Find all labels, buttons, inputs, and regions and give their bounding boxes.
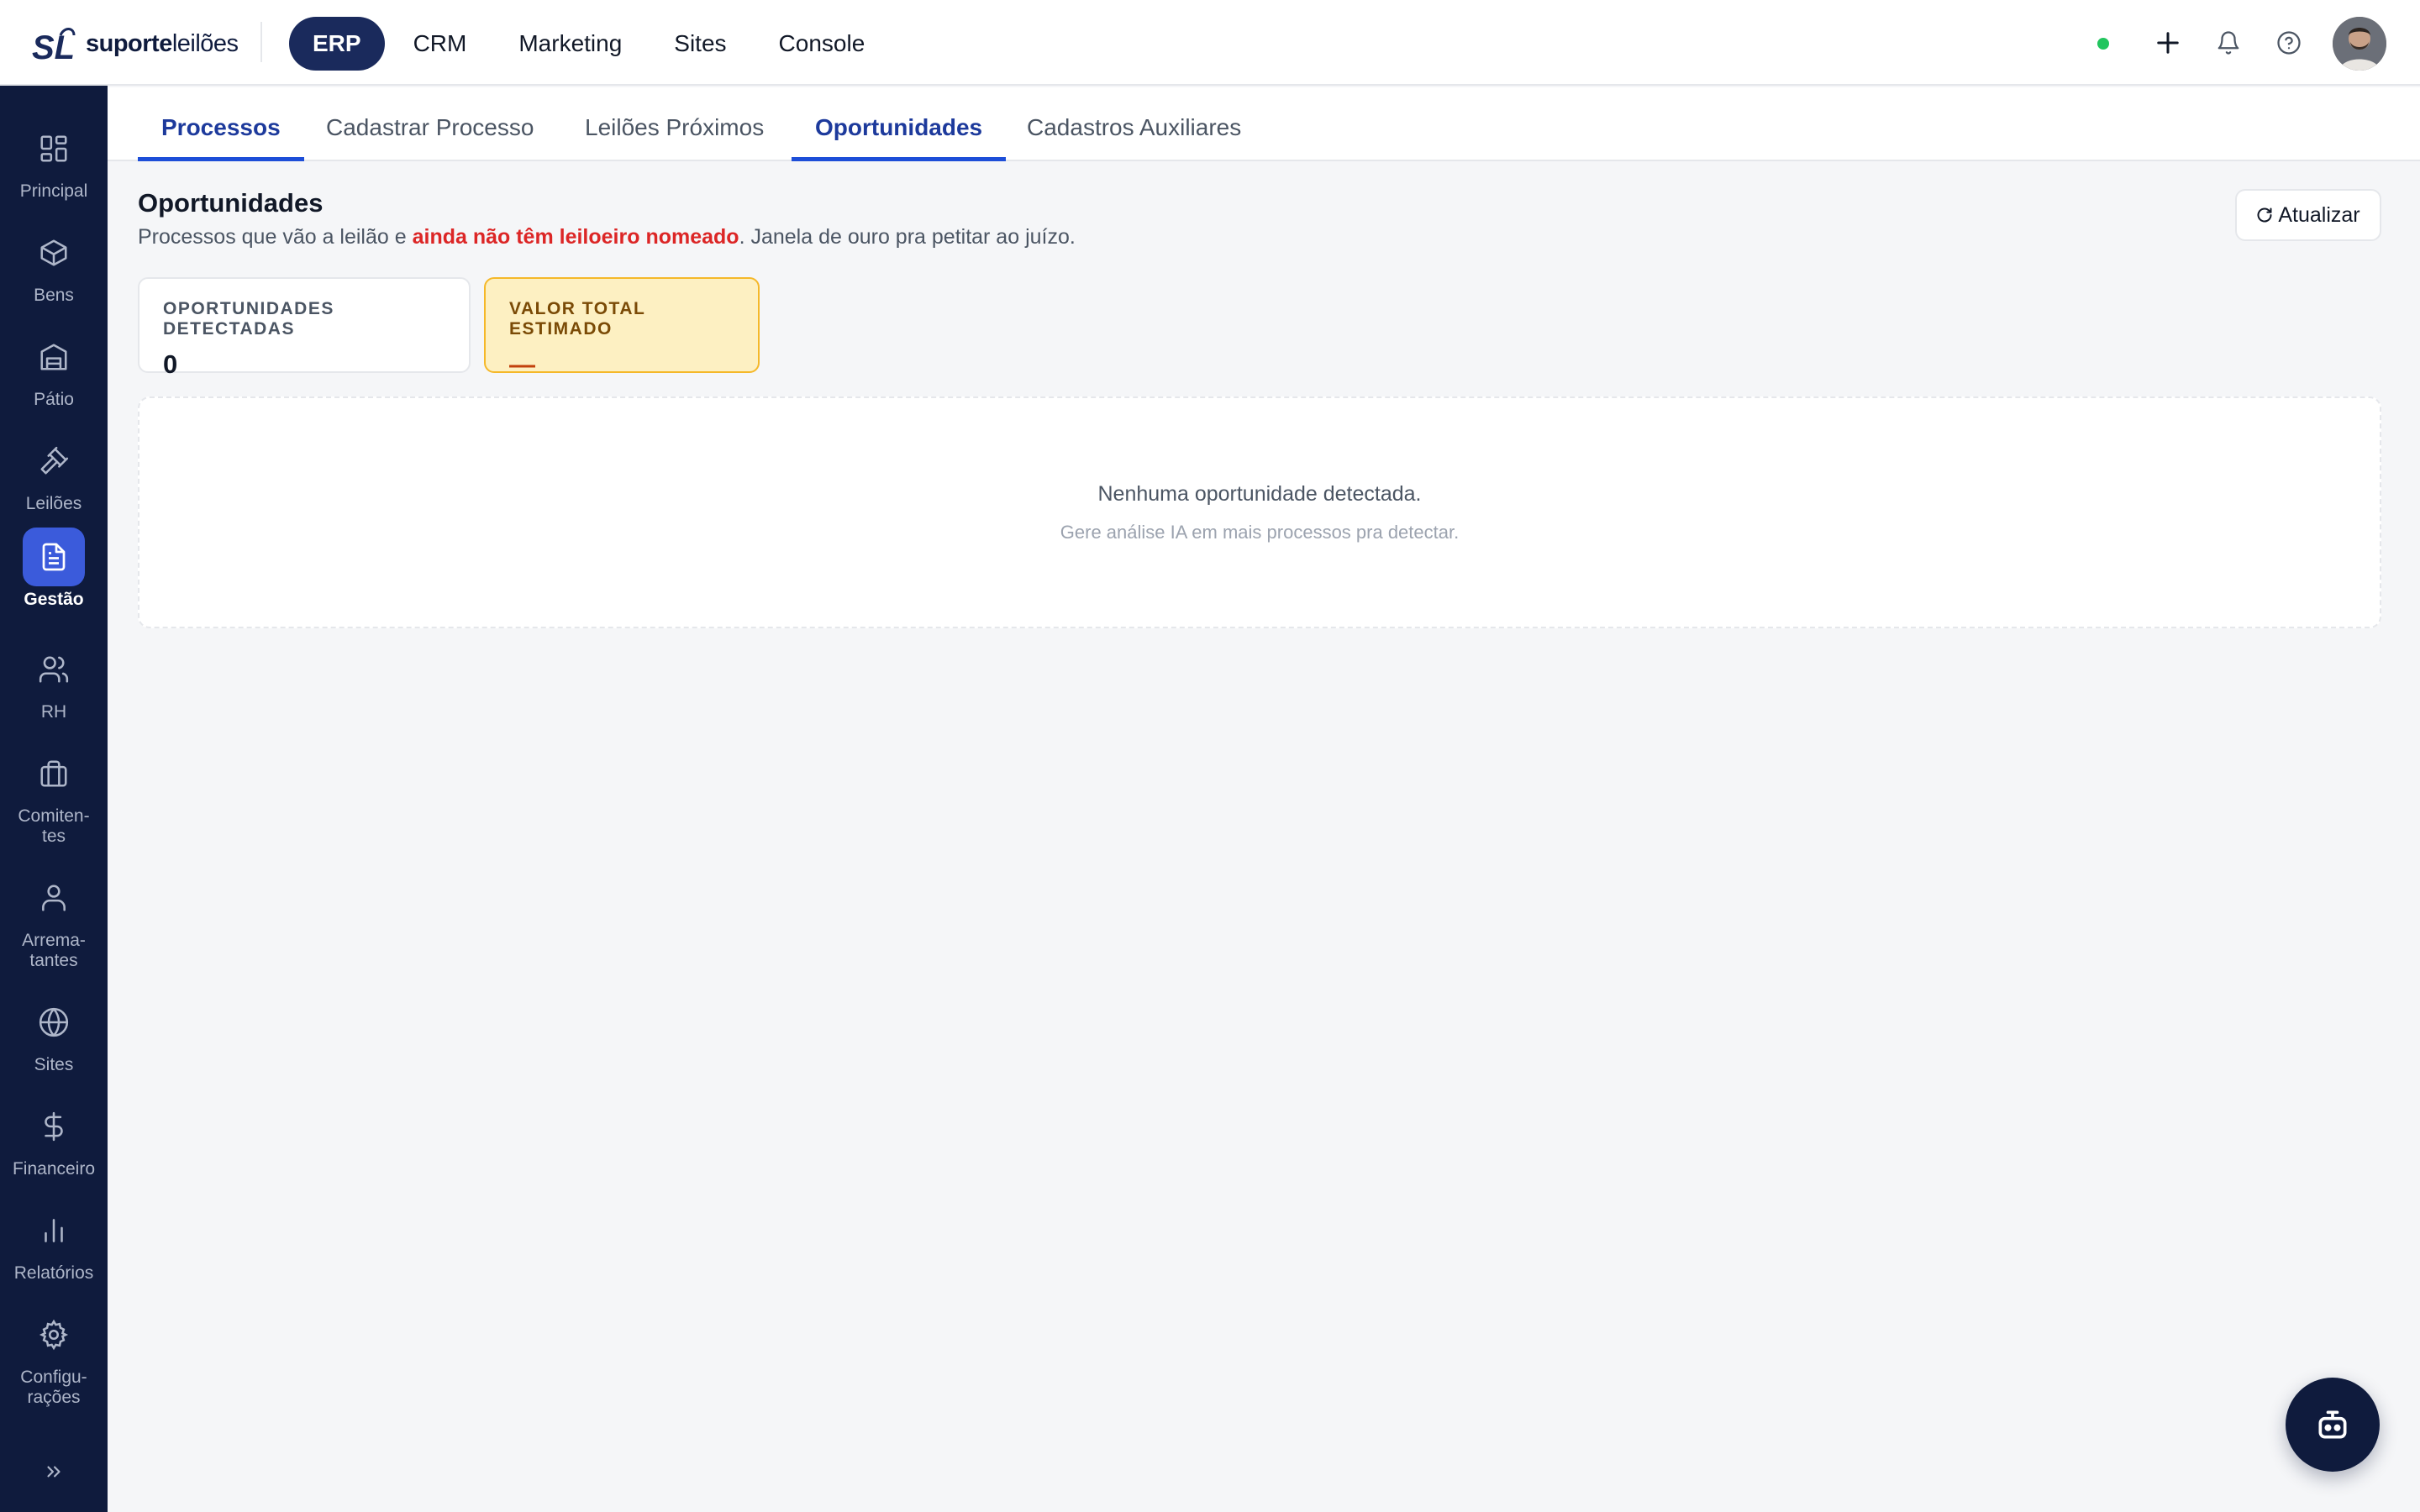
- nav-sites[interactable]: Sites: [650, 17, 750, 71]
- bell-icon[interactable]: [2212, 26, 2245, 60]
- users-icon: [23, 640, 85, 699]
- page-subtitle: Processos que vão a leilão e ainda não t…: [138, 225, 1076, 249]
- gavel-icon: [23, 432, 85, 491]
- sidebar-item-leiloes[interactable]: Leilões: [0, 432, 108, 514]
- stat-value: 0: [163, 349, 178, 379]
- dollar-icon: [23, 1097, 85, 1156]
- sidebar-item-sites[interactable]: Sites: [0, 993, 108, 1075]
- robot-icon: [2318, 1410, 2347, 1439]
- nav-crm[interactable]: CRM: [390, 17, 491, 71]
- tab-cadastrar-processo[interactable]: Cadastrar Processo: [302, 87, 557, 161]
- online-status-dot: [2097, 38, 2109, 50]
- add-icon[interactable]: [2151, 26, 2185, 60]
- sidebar-item-rh[interactable]: RH: [0, 640, 108, 722]
- stat-card-detected: OPORTUNIDADES DETECTADAS 0: [138, 277, 471, 379]
- sidebar-item-label: Relatórios: [13, 1263, 94, 1283]
- user-avatar[interactable]: [2333, 17, 2386, 71]
- warehouse-icon: [23, 328, 85, 386]
- top-divider: [260, 22, 262, 62]
- briefcase-icon: [23, 744, 85, 803]
- top-nav: ERP CRM Marketing Sites Console: [289, 17, 893, 71]
- sidebar-item-label: Pátio: [34, 390, 74, 409]
- collapse-sidebar-icon[interactable]: [37, 1455, 71, 1488]
- nav-marketing[interactable]: Marketing: [495, 17, 645, 71]
- empty-state-title: Nenhuma oportunidade detectada.: [1097, 482, 1422, 506]
- tab-oportunidades[interactable]: Oportunidades: [792, 87, 1007, 161]
- sidebar-item-bens[interactable]: Bens: [0, 223, 108, 306]
- grid-icon: [23, 119, 85, 178]
- stat-label: VALOR TOTAL ESTIMADO: [509, 299, 645, 339]
- sidebar-item-comitentes[interactable]: Comiten- tes: [0, 744, 108, 847]
- sidebar-item-configuracoes[interactable]: Configu- rações: [0, 1305, 108, 1408]
- empty-state-subtitle: Gere análise IA em mais processos pra de…: [1060, 522, 1460, 543]
- refresh-button[interactable]: Atualizar: [2235, 189, 2381, 241]
- stat-card-total-value: VALOR TOTAL ESTIMADO —: [484, 277, 760, 379]
- refresh-icon: [2256, 207, 2273, 223]
- tab-bar: Processos Cadastrar Processo Leilões Pró…: [108, 87, 2420, 161]
- brand-name: suporteleilões: [86, 29, 239, 57]
- sidebar-item-patio[interactable]: Pátio: [0, 328, 108, 410]
- refresh-label: Atualizar: [2278, 202, 2360, 227]
- page-title: Oportunidades: [138, 188, 324, 218]
- sidebar-item-arrematantes[interactable]: Arrema- tantes: [0, 869, 108, 971]
- tab-processos[interactable]: Processos: [138, 87, 304, 161]
- sidebar-item-label: Sites: [34, 1055, 74, 1074]
- sidebar-item-label: Configu- rações: [20, 1368, 87, 1407]
- nav-erp[interactable]: ERP: [289, 17, 385, 71]
- sidebar-item-label: Financeiro: [12, 1159, 96, 1179]
- empty-state: Nenhuma oportunidade detectada. Gere aná…: [138, 396, 2381, 628]
- gear-icon: [23, 1305, 85, 1364]
- sidebar-item-label: RH: [40, 702, 67, 722]
- box-icon: [23, 223, 85, 282]
- sidebar-item-label: Principal: [19, 181, 88, 201]
- globe-icon: [23, 993, 85, 1052]
- sidebar-item-label: Bens: [34, 286, 74, 305]
- document-icon: [23, 528, 85, 586]
- sidebar-item-financeiro[interactable]: Financeiro: [0, 1097, 108, 1179]
- stat-value: —: [509, 349, 535, 379]
- help-icon[interactable]: [2272, 26, 2306, 60]
- nav-console[interactable]: Console: [755, 17, 889, 71]
- brand-logo[interactable]: SL suporteleilões: [32, 24, 239, 64]
- sidebar: Principal Bens Pátio Leilões Gestão RH C…: [0, 86, 108, 1512]
- sidebar-item-label: Comiten- tes: [18, 806, 90, 846]
- ai-assistant-button[interactable]: [2286, 1378, 2380, 1472]
- bar-chart-icon: [23, 1201, 85, 1260]
- stat-label: OPORTUNIDADES DETECTADAS: [163, 299, 334, 339]
- subtitle-highlight: ainda não têm leiloeiro nomeado: [412, 225, 739, 249]
- sidebar-item-relatorios[interactable]: Relatórios: [0, 1201, 108, 1284]
- svg-text:SL: SL: [32, 29, 75, 64]
- sidebar-item-label: Leilões: [25, 494, 82, 513]
- user-icon: [23, 869, 85, 927]
- tab-leiloes-proximos[interactable]: Leilões Próximos: [561, 87, 787, 161]
- tab-cadastros-auxiliares[interactable]: Cadastros Auxiliares: [1003, 87, 1265, 161]
- sidebar-item-principal[interactable]: Principal: [0, 119, 108, 202]
- sidebar-item-label: Arrema- tantes: [22, 931, 86, 970]
- top-bar: SL suporteleilões ERP CRM Marketing Site…: [0, 0, 2420, 86]
- logo-mark-icon: SL: [32, 28, 76, 64]
- sidebar-item-label: Gestão: [24, 590, 84, 609]
- sidebar-item-gestao[interactable]: Gestão: [0, 528, 108, 610]
